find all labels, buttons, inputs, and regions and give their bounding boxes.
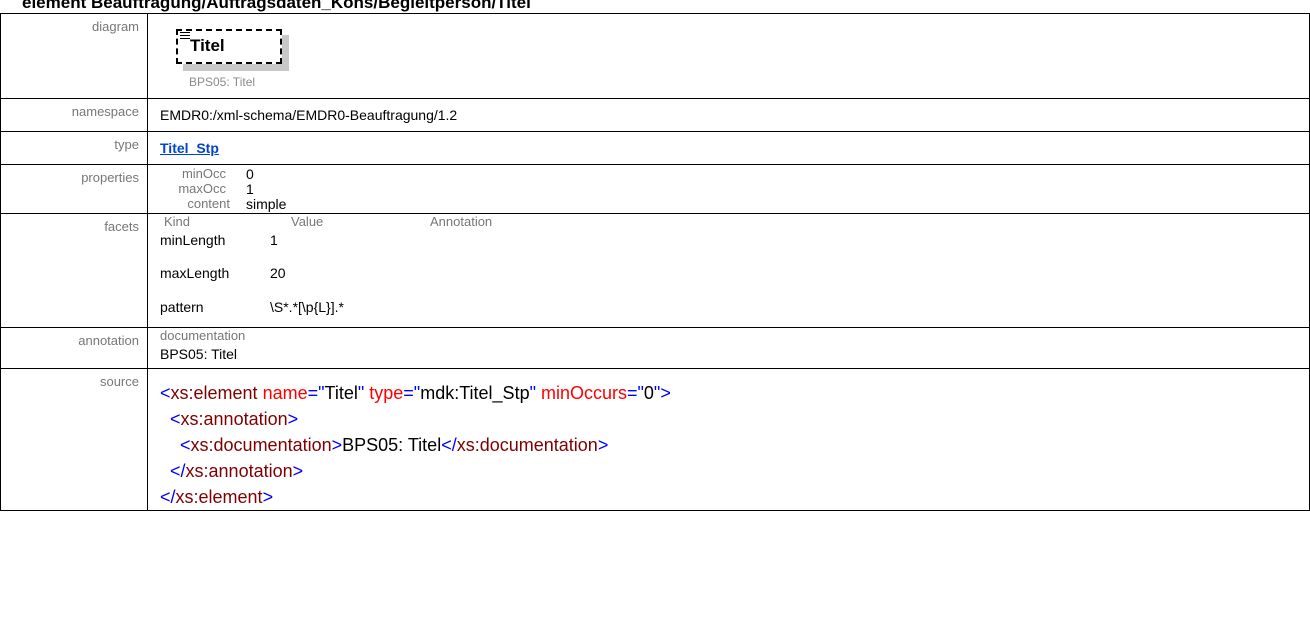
facet-kind: minLength	[160, 232, 226, 248]
row-label-annotation: annotation	[0, 327, 148, 369]
row-facets: facets Kind Value Annotation minLength 1…	[0, 213, 1310, 328]
diagram: Titel BPS05: Titel	[160, 14, 1309, 98]
row-source: source <xs:element name="Titel" type="md…	[0, 368, 1310, 511]
facets-table: Kind Value Annotation minLength 1 maxLen…	[160, 214, 1309, 327]
source-line: <xs:annotation>	[170, 409, 299, 429]
property-value: simple	[246, 196, 287, 212]
page-title: element Beauftragung/Auftragsdaten_Kons/…	[22, 0, 531, 12]
row-label-facets: facets	[0, 213, 148, 328]
source-line: <xs:documentation>BPS05: Titel</xs:docum…	[180, 435, 609, 455]
source-code: <xs:element name="Titel" type="mdk:Titel…	[160, 369, 1309, 510]
property-key: minOcc	[181, 166, 226, 181]
facet-value: 20	[270, 265, 286, 281]
row-type: type Titel_Stp	[0, 131, 1310, 165]
facet-value: 1	[270, 232, 278, 248]
row-label-properties: properties	[0, 164, 148, 214]
row-properties: properties minOcc 0 maxOcc 1 content sim…	[0, 164, 1310, 214]
source-line: <xs:element name="Titel" type="mdk:Titel…	[160, 383, 671, 403]
source-line: </xs:annotation>	[170, 461, 304, 481]
facets-header-annotation: Annotation	[430, 214, 493, 229]
facets-header-value: Value	[291, 214, 324, 229]
row-diagram: diagram Titel BPS05: Titel	[0, 13, 1310, 99]
property-value: 1	[246, 181, 254, 197]
row-annotation: annotation documentation BPS05: Titel	[0, 327, 1310, 369]
annotation-block: documentation BPS05: Titel	[160, 328, 1309, 368]
documentation-lines-icon	[180, 32, 190, 41]
property-key: content	[187, 196, 230, 211]
annotation-text: BPS05: Titel	[160, 346, 238, 362]
annotation-heading: documentation	[160, 328, 246, 343]
facet-value: \S*.*[\p{L}].*	[270, 299, 344, 315]
property-value: 0	[246, 166, 254, 182]
row-label-diagram: diagram	[0, 13, 148, 99]
row-label-namespace: namespace	[0, 98, 148, 132]
row-namespace: namespace EMDR0:/xml-schema/EMDR0-Beauft…	[0, 98, 1310, 132]
row-label-source: source	[0, 368, 148, 511]
type-link[interactable]: Titel_Stp	[160, 132, 219, 156]
diagram-element-name: Titel	[190, 36, 225, 55]
facet-kind: pattern	[160, 299, 204, 315]
properties-grid: minOcc 0 maxOcc 1 content simple	[160, 165, 1309, 213]
namespace-value: EMDR0:/xml-schema/EMDR0-Beauftragung/1.2	[160, 107, 458, 123]
property-key: maxOcc	[178, 181, 226, 196]
schema-element-table: diagram Titel BPS05: Titel namespace EMD…	[0, 13, 1310, 511]
source-line: </xs:element>	[160, 487, 274, 507]
diagram-element-box[interactable]: Titel	[176, 29, 282, 64]
diagram-cell: Titel BPS05: Titel	[147, 13, 1310, 99]
facets-header-kind: Kind	[164, 214, 191, 229]
row-label-type: type	[0, 131, 148, 165]
diagram-caption: BPS05: Titel	[189, 75, 256, 89]
facet-kind: maxLength	[160, 265, 230, 281]
